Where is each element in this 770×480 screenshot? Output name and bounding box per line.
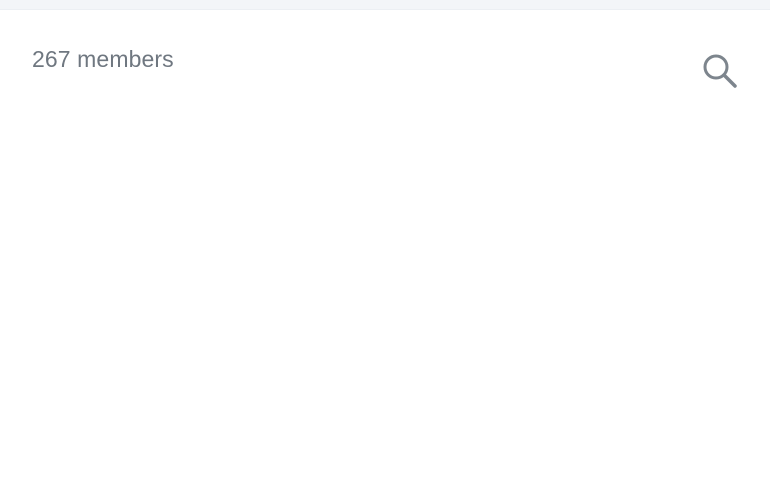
member-count: 267 members	[32, 46, 174, 72]
members-header: 267 members	[0, 10, 770, 110]
search-icon	[703, 54, 737, 88]
top-strip	[0, 0, 770, 10]
search-button[interactable]	[698, 50, 742, 94]
members-list-area	[0, 110, 770, 480]
members-panel: 267 members	[0, 0, 770, 480]
